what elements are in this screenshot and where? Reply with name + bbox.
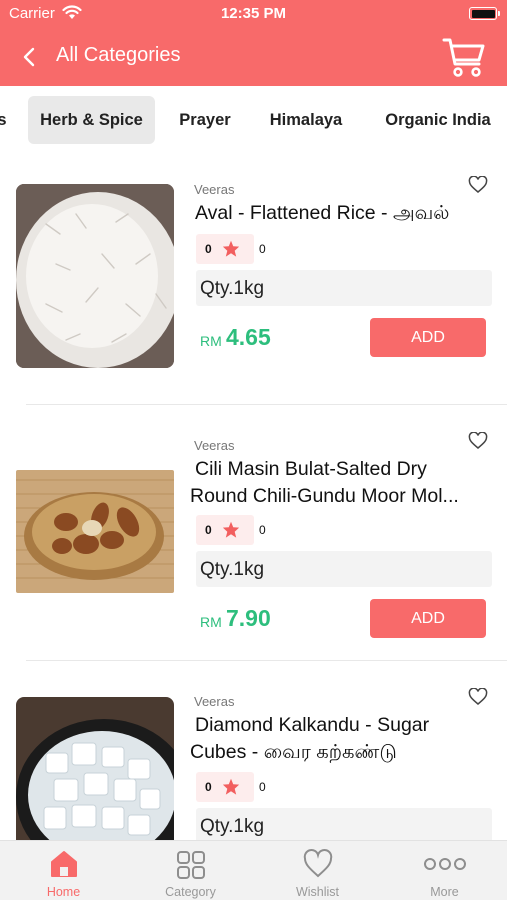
category-tabs: s Herb & Spice Prayer Himalaya Organic I… [0,86,507,154]
rating-value: 0 [205,523,212,537]
product-image [16,697,174,840]
tab-partial[interactable]: s [0,96,10,144]
header: Carrier 12:35 PM All Categories [0,0,507,86]
product-image [16,184,174,368]
more-icon [381,849,507,881]
tab-wishlist-label: Wishlist [295,885,340,899]
price-currency: RM [200,333,222,349]
rating-badge: 0 [196,772,254,802]
product-name-line: Cubes - வைர கற்கண்டு [190,741,397,763]
product-brand: Veeras [194,694,235,709]
heart-icon [254,849,381,881]
add-to-cart-button[interactable]: ADD [370,318,486,357]
rating-value: 0 [205,780,212,794]
review-count: 0 [259,780,266,794]
status-bar: Carrier 12:35 PM [0,0,507,28]
home-icon [0,849,127,881]
clock: 12:35 PM [220,5,287,22]
product-name[interactable]: Diamond Kalkandu - Sugar Cubes - வைர கற்… [190,712,491,766]
back-button[interactable] [16,42,42,72]
cart-icon [442,38,485,77]
rating-value: 0 [205,242,212,256]
tab-more-label: More [430,885,459,899]
tab-more[interactable]: More [381,841,507,900]
tab-home[interactable]: Home [0,841,127,900]
chevron-left-icon [23,47,35,67]
tab-home-label: Home [46,885,81,899]
cart-button[interactable] [441,34,487,80]
page-title: All Categories [56,44,181,66]
price-value: 4.65 [226,324,271,350]
review-count: 0 [259,242,266,256]
tab-category-label: Category [165,885,216,899]
product-name-line: Diamond Kalkandu - Sugar [195,714,430,736]
wishlist-heart-icon[interactable] [468,431,490,452]
price-value: 7.90 [226,605,271,631]
tab-prayer[interactable]: Prayer [168,96,242,144]
add-to-cart-button[interactable]: ADD [370,599,486,638]
wishlist-heart-icon[interactable] [468,175,490,196]
tab-wishlist[interactable]: Wishlist [254,841,381,900]
star-icon [222,778,240,795]
product-image [16,470,174,593]
tab-organic-india[interactable]: Organic India [374,96,502,144]
grid-icon [127,849,254,881]
product-name-line: Aval - Flattened Rice - அவல் [195,202,450,224]
bottom-tab-bar: Home Category Wishlist More [0,840,507,900]
product-brand: Veeras [194,438,235,453]
product-name-line: Round Chili-Gundu Moor Mol... [190,485,459,507]
nav-bar: All Categories [0,28,507,86]
tab-category[interactable]: Category [127,841,254,900]
product-brand: Veeras [194,182,235,197]
divider [26,660,507,661]
divider [26,404,507,405]
product-name[interactable]: Cili Masin Bulat-Salted Dry Round Chili-… [190,456,491,510]
price-currency: RM [200,614,222,630]
review-count: 0 [259,523,266,537]
star-icon [222,521,240,538]
quantity-label: Qty.1kg [196,270,492,306]
quantity-label: Qty.1kg [196,808,492,840]
battery-icon [469,7,500,20]
wishlist-heart-icon[interactable] [468,687,490,708]
tab-herb-spice[interactable]: Herb & Spice [28,96,155,144]
quantity-label: Qty.1kg [196,551,492,587]
rating-badge: 0 [196,234,254,264]
star-icon [222,240,240,257]
product-name[interactable]: Aval - Flattened Rice - அவல் [195,200,495,227]
tab-himalaya[interactable]: Himalaya [258,96,354,144]
rating-badge: 0 [196,515,254,545]
product-name-line: Cili Masin Bulat-Salted Dry [195,458,427,480]
